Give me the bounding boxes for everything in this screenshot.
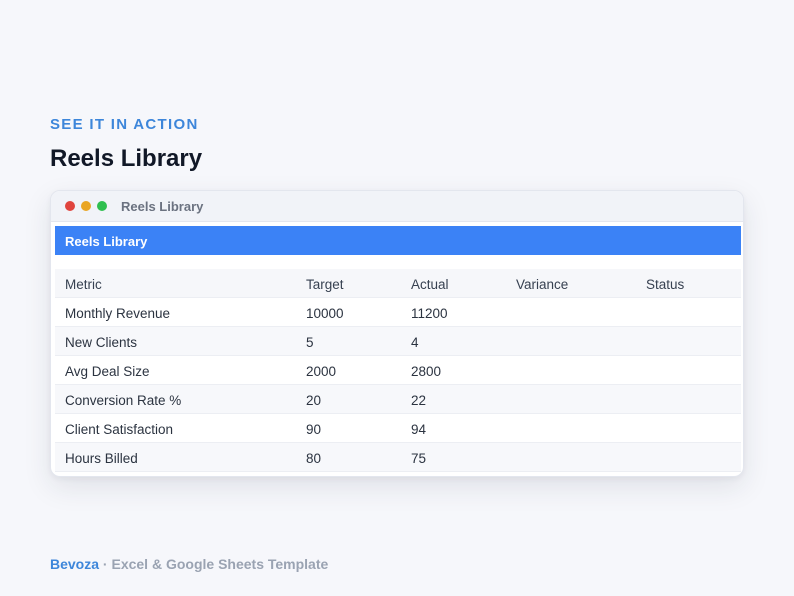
- target-cell[interactable]: 20: [306, 393, 321, 408]
- footer-separator: ·: [99, 556, 112, 572]
- brand-name[interactable]: Bevoza: [50, 556, 99, 572]
- page-title: Reels Library: [50, 145, 203, 172]
- table-row: Client Satisfaction 90 94: [55, 414, 741, 443]
- target-cell[interactable]: 10000: [306, 306, 344, 321]
- actual-cell[interactable]: 75: [411, 451, 426, 466]
- actual-cell[interactable]: 22: [411, 393, 426, 408]
- column-header-target[interactable]: Target: [306, 277, 344, 292]
- app-window: Reels Library Reels Library Metric Targe…: [50, 190, 744, 477]
- actual-cell[interactable]: 94: [411, 422, 426, 437]
- column-header-metric[interactable]: Metric: [65, 277, 102, 292]
- column-header-status[interactable]: Status: [646, 277, 684, 292]
- metric-cell[interactable]: Avg Deal Size: [65, 364, 150, 379]
- column-header-actual[interactable]: Actual: [411, 277, 449, 292]
- target-cell[interactable]: 90: [306, 422, 321, 437]
- footer-credit: Bevoza · Excel & Google Sheets Template: [50, 556, 328, 572]
- footer-tagline: Excel & Google Sheets Template: [111, 556, 329, 572]
- actual-cell[interactable]: 2800: [411, 364, 441, 379]
- metric-cell[interactable]: Monthly Revenue: [65, 306, 170, 321]
- table-row: New Clients 5 4: [55, 327, 741, 356]
- metrics-table: Metric Target Actual Variance Status Mon…: [55, 269, 741, 472]
- table-header-row: Metric Target Actual Variance Status: [55, 269, 741, 298]
- metric-cell[interactable]: Client Satisfaction: [65, 422, 173, 437]
- table-row: Monthly Revenue 10000 11200: [55, 298, 741, 327]
- window-title: Reels Library: [121, 199, 204, 214]
- table-row: Hours Billed 80 75: [55, 443, 741, 472]
- close-window-button[interactable]: [65, 201, 75, 211]
- target-cell[interactable]: 80: [306, 451, 321, 466]
- actual-cell[interactable]: 11200: [411, 306, 448, 321]
- actual-cell[interactable]: 4: [411, 335, 419, 350]
- column-header-variance[interactable]: Variance: [516, 277, 568, 292]
- section-eyebrow: SEE IT IN ACTION: [50, 116, 199, 133]
- minimize-window-button[interactable]: [81, 201, 91, 211]
- metric-cell[interactable]: Conversion Rate %: [65, 393, 181, 408]
- target-cell[interactable]: 2000: [306, 364, 336, 379]
- metric-cell[interactable]: Hours Billed: [65, 451, 138, 466]
- table-row: Avg Deal Size 2000 2800: [55, 356, 741, 385]
- target-cell[interactable]: 5: [306, 335, 314, 350]
- table-row: Conversion Rate % 20 22: [55, 385, 741, 414]
- sheet-title-banner[interactable]: Reels Library: [55, 226, 741, 255]
- window-titlebar: Reels Library: [51, 191, 743, 222]
- metric-cell[interactable]: New Clients: [65, 335, 137, 350]
- maximize-window-button[interactable]: [97, 201, 107, 211]
